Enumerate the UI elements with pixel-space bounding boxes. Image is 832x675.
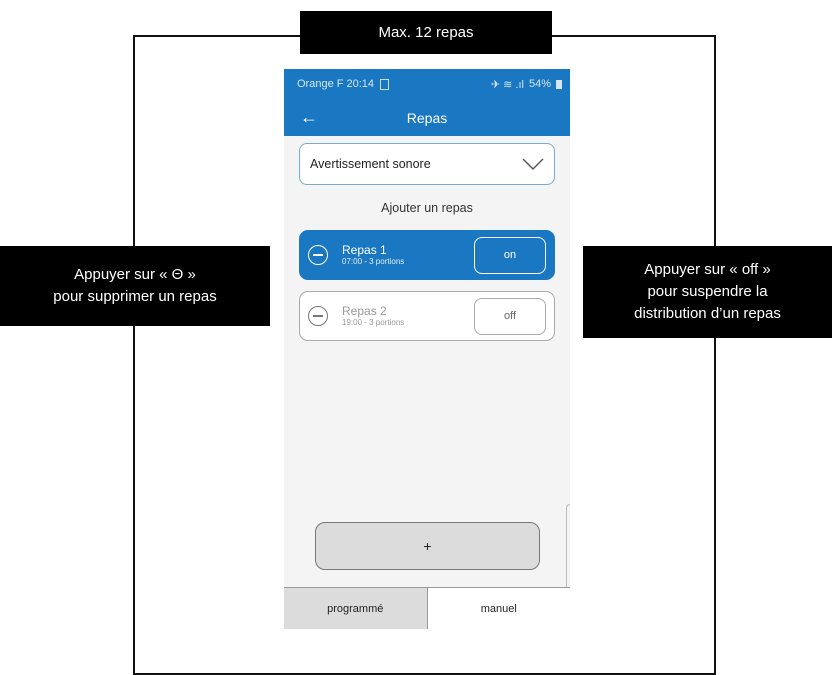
meal-item[interactable]: Repas 1 07:00 - 3 portions on bbox=[299, 230, 555, 280]
carrier-name: Orange F bbox=[297, 78, 344, 90]
callout-max-meals-text: Max. 12 repas bbox=[378, 23, 474, 41]
tab-programme[interactable]: programmé bbox=[284, 588, 428, 629]
meal-details: 19:00 - 3 portions bbox=[342, 318, 405, 327]
notification-icon bbox=[380, 78, 389, 90]
meal-name: Repas 1 bbox=[342, 243, 387, 257]
battery-icon bbox=[556, 79, 562, 89]
callout-delete-meal: Appuyer sur « Θ » pour supprimer un repa… bbox=[0, 246, 270, 326]
battery-percent: 54% bbox=[528, 78, 551, 90]
phone-screen: Orange F 20:14 ✈︎ ≋ .ıl 54% ← Repas Aver… bbox=[284, 69, 570, 629]
page-title: Repas bbox=[406, 109, 448, 126]
signal-icons: ✈︎ ≋ .ıl bbox=[490, 78, 524, 91]
alarm-dropdown[interactable]: Avertissement sonore bbox=[299, 143, 555, 185]
callout-delete-line1: Appuyer sur « Θ » bbox=[74, 266, 196, 283]
delete-meal-icon[interactable] bbox=[308, 306, 328, 326]
callout-suspend-line1: Appuyer sur « off » bbox=[644, 261, 771, 278]
tab-manuel[interactable]: manuel bbox=[427, 588, 570, 629]
callout-max-meals: Max. 12 repas bbox=[300, 11, 552, 54]
meal-details: 07:00 - 3 portions bbox=[342, 257, 405, 266]
meal-name: Repas 2 bbox=[342, 304, 387, 318]
back-arrow-icon[interactable]: ← bbox=[300, 107, 318, 128]
callout-suspend-line3: distribution d’un repas bbox=[634, 305, 781, 322]
bottom-tab-bar: programmé manuel bbox=[284, 587, 570, 629]
clock: 20:14 bbox=[346, 78, 374, 90]
add-meal-label: Ajouter un repas bbox=[381, 201, 473, 215]
chevron-down-icon bbox=[522, 158, 544, 170]
status-bar: Orange F 20:14 ✈︎ ≋ .ıl 54% bbox=[284, 69, 570, 99]
callout-suspend-line2: pour suspendre la bbox=[647, 283, 768, 300]
callout-delete-line2: pour supprimer un repas bbox=[53, 288, 217, 305]
dropdown-selected-value: Avertissement sonore bbox=[310, 157, 431, 171]
add-meal-button[interactable]: + bbox=[315, 522, 540, 570]
app-bar: ← Repas bbox=[284, 99, 570, 136]
callout-suspend-meal: Appuyer sur « off » pour suspendre la di… bbox=[583, 246, 832, 338]
meal-toggle-button[interactable]: off bbox=[474, 297, 546, 335]
meal-toggle-button[interactable]: on bbox=[474, 236, 546, 274]
delete-meal-icon[interactable] bbox=[308, 245, 328, 265]
meal-item[interactable]: Repas 2 19:00 - 3 portions off bbox=[299, 291, 555, 341]
